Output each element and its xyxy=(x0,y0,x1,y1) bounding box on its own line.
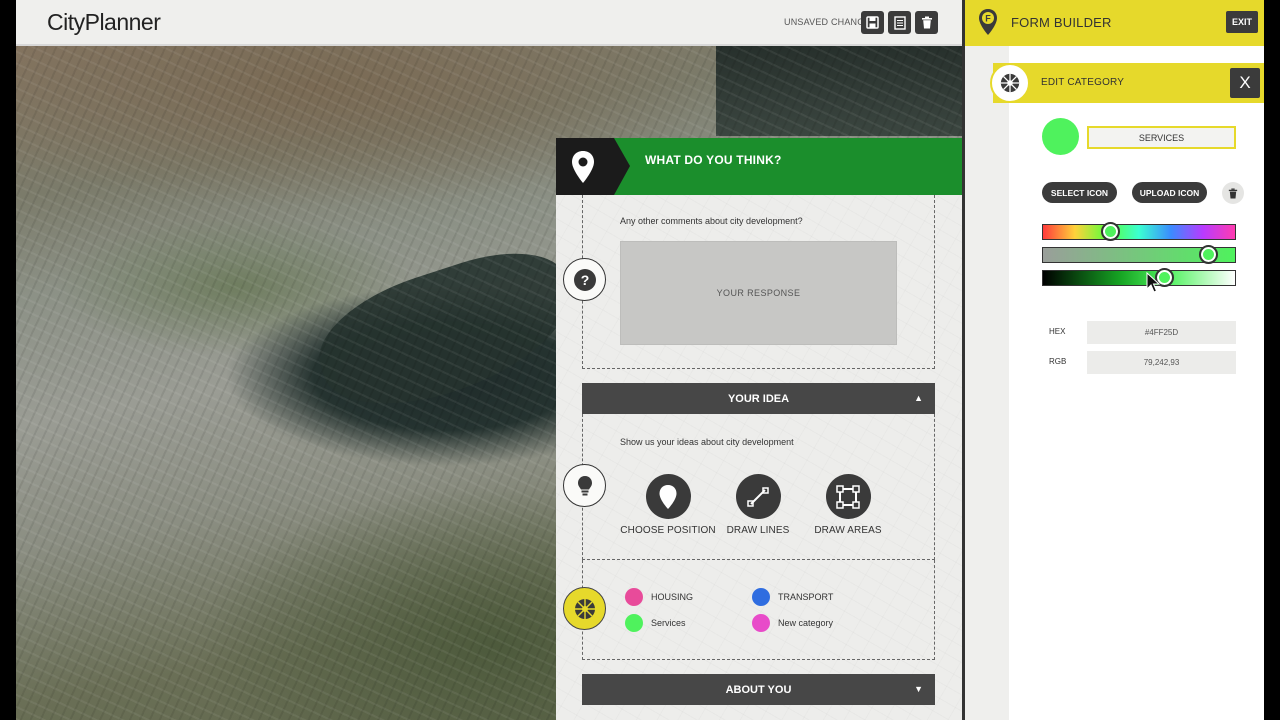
about-you-section-toggle[interactable]: ABOUT YOU ▼ xyxy=(582,674,935,705)
survey-header: WHAT DO YOU THINK? xyxy=(556,138,962,195)
lightness-slider[interactable] xyxy=(1042,268,1236,287)
form-builder-title: FORM BUILDER xyxy=(1011,15,1112,30)
expand-arrow-icon: ▼ xyxy=(914,684,923,694)
idea-prompt: Show us your ideas about city developmen… xyxy=(620,437,794,447)
lightbulb-icon xyxy=(577,475,592,495)
right-frame xyxy=(1264,0,1280,720)
hue-slider[interactable] xyxy=(1042,222,1236,241)
form-builder-sidebar: F FORM BUILDER EXIT EDIT CATEGORY X SELE… xyxy=(962,0,1264,720)
category-transport[interactable]: TRANSPORT xyxy=(752,588,833,606)
remove-icon-button[interactable] xyxy=(1222,182,1244,204)
question-marker: ? xyxy=(563,258,606,301)
rgb-label: RGB xyxy=(1049,357,1067,366)
map-sea-area xyxy=(716,46,962,136)
trash-icon xyxy=(921,16,932,29)
tool-circle xyxy=(645,474,691,519)
category-wheel-icon xyxy=(574,598,595,619)
left-frame xyxy=(0,0,16,720)
category-label: New category xyxy=(778,618,834,628)
save-button[interactable] xyxy=(861,11,884,34)
exit-button[interactable]: EXIT xyxy=(1226,11,1258,33)
map-harbor xyxy=(303,233,589,429)
about-you-label: ABOUT YOU xyxy=(725,683,792,696)
category-name-input[interactable] xyxy=(1087,126,1236,149)
choose-position-tool[interactable]: CHOOSE POSITION xyxy=(618,474,718,536)
mouse-cursor-icon xyxy=(1146,272,1160,293)
category-label: HOUSING xyxy=(651,592,694,602)
category-label: Services xyxy=(651,618,686,628)
app-root: CityPlanner UNSAVED CHANGES WHAT DO YOU … xyxy=(0,0,1280,720)
category-color-dot xyxy=(625,588,643,606)
idea-marker xyxy=(563,464,606,507)
edit-category-title: EDIT CATEGORY xyxy=(1041,77,1125,88)
your-idea-section-toggle[interactable]: YOUR IDEA ▲ xyxy=(582,383,935,414)
category-color-dot xyxy=(752,588,770,606)
draw-line-icon xyxy=(747,486,769,507)
category-wheel-icon xyxy=(1000,73,1020,93)
category-color-dot xyxy=(625,614,643,632)
hex-label: HEX xyxy=(1049,327,1066,336)
app-logo: CityPlanner xyxy=(47,9,161,35)
collapse-arrow-icon: ▲ xyxy=(914,393,923,403)
form-builder-header: F FORM BUILDER EXIT xyxy=(965,0,1264,46)
saturation-slider[interactable] xyxy=(1042,245,1236,264)
trash-icon xyxy=(1228,188,1238,198)
select-icon-button[interactable]: SELECT ICON xyxy=(1042,182,1117,203)
draw-area-icon xyxy=(836,484,860,509)
category-services[interactable]: Services xyxy=(625,614,686,632)
draw-lines-tool[interactable]: DRAW LINES xyxy=(708,474,808,536)
hue-slider-handle[interactable] xyxy=(1101,222,1121,241)
category-color-swatch[interactable] xyxy=(1042,118,1079,155)
categories-block xyxy=(582,560,935,660)
sidebar-strip xyxy=(965,46,1009,720)
comment-question: Any other comments about city developmen… xyxy=(620,216,803,226)
hex-field[interactable]: #4FF25D xyxy=(1087,321,1236,344)
rgb-field[interactable]: 79,242,93 xyxy=(1087,351,1236,374)
top-bar: CityPlanner UNSAVED CHANGES xyxy=(16,0,962,46)
document-icon xyxy=(893,15,906,30)
category-marker xyxy=(563,587,606,630)
close-edit-button[interactable]: X xyxy=(1230,68,1260,98)
svg-text:?: ? xyxy=(580,272,589,288)
category-new[interactable]: New category xyxy=(752,614,833,632)
form-pin-icon: F xyxy=(979,9,997,35)
response-placeholder: YOUR RESPONSE xyxy=(716,288,801,298)
upload-icon-button[interactable]: UPLOAD ICON xyxy=(1132,182,1207,203)
draw-areas-label: DRAW AREAS xyxy=(814,525,882,536)
draw-lines-label: DRAW LINES xyxy=(726,525,790,536)
category-color-dot xyxy=(752,614,770,632)
delete-button[interactable] xyxy=(915,11,938,34)
edit-category-marker xyxy=(990,63,1030,103)
survey-title: WHAT DO YOU THINK? xyxy=(645,153,782,167)
question-icon: ? xyxy=(573,268,596,291)
saturation-slider-handle[interactable] xyxy=(1199,245,1219,264)
category-label: TRANSPORT xyxy=(778,592,834,602)
category-housing[interactable]: HOUSING xyxy=(625,588,693,606)
header-icon-block xyxy=(556,138,630,195)
survey-panel: WHAT DO YOU THINK? Any other comments ab… xyxy=(556,138,962,720)
tool-circle xyxy=(735,474,781,519)
choose-position-label: CHOOSE POSITION xyxy=(620,525,716,536)
response-textarea[interactable]: YOUR RESPONSE xyxy=(620,241,897,345)
document-button[interactable] xyxy=(888,11,911,34)
draw-areas-tool[interactable]: DRAW AREAS xyxy=(798,474,898,536)
save-icon xyxy=(866,16,879,29)
your-idea-label: YOUR IDEA xyxy=(727,392,790,405)
tool-circle xyxy=(825,474,871,519)
map-marker-icon xyxy=(659,484,677,509)
map-pin-icon xyxy=(572,150,594,183)
svg-text:F: F xyxy=(985,14,991,24)
edit-category-bar: EDIT CATEGORY X xyxy=(990,63,1264,103)
